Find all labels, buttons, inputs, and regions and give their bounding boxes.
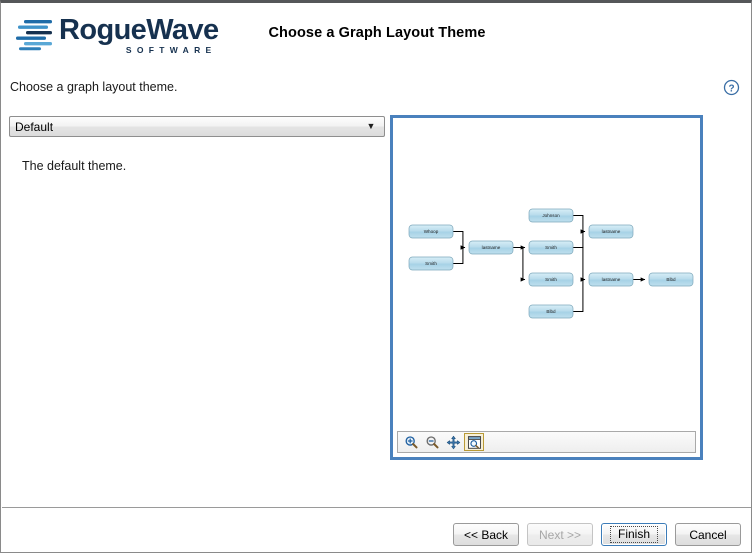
graph-diagram: Whoop Smith lastname Johnson Smith Smith Blbd l… [408,208,694,319]
graph-node[interactable]: lastname [468,240,514,255]
graph-node[interactable]: lastname [588,272,634,287]
graph-edge [573,277,586,312]
graph-node[interactable]: Whoop [408,224,454,239]
graph-node-label: Johnson [542,213,560,218]
graph-node-label: Smith [545,277,557,282]
pan-move-icon[interactable] [443,433,463,451]
graph-node[interactable]: Smith [408,256,454,271]
zoom-out-icon[interactable] [422,433,442,451]
chevron-down-icon[interactable]: ▼ [362,122,384,131]
graph-node-label: lastname [482,245,501,250]
instruction-text: Choose a graph layout theme. [10,80,178,94]
graph-node[interactable]: Blbd [528,304,574,319]
graph-node-label: Whoop [424,229,439,234]
graph-edge [573,247,586,282]
graph-toolbar [397,431,696,453]
theme-select-value: Default [15,119,54,134]
graph-node-label: Blbd [546,309,556,314]
logo-subtext: SOFTWARE [125,45,217,55]
graph-edge [513,247,526,282]
page-title: Choose a Graph Layout Theme [268,25,486,41]
finish-button[interactable]: Finish [601,523,667,546]
graph-preview-canvas[interactable]: Whoop Smith lastname Johnson Smith Smith Blbd l… [393,118,700,427]
theme-preview-panel: Whoop Smith lastname Johnson Smith Smith Blbd l… [390,115,703,460]
graph-node[interactable]: Smith [528,272,574,287]
help-question-icon[interactable]: ? [723,79,740,96]
graph-node[interactable]: lastname [588,224,634,239]
graph-node-group: Whoop Smith lastname Johnson Smith Smith Blbd l… [408,208,694,319]
graph-edge [573,229,586,248]
zoom-in-icon[interactable] [401,433,421,451]
button-label: Finish [609,526,658,543]
graph-node-label: lastname [602,277,621,282]
back-button[interactable]: << Back [453,523,519,546]
svg-text:?: ? [728,83,734,94]
graph-node-label: lastname [602,229,621,234]
graph-node-label: Smith [545,245,557,250]
graph-edge [453,245,466,264]
graph-node[interactable]: Blbd [648,272,694,287]
graph-node-label: Smith [425,261,437,266]
next-button: Next >> [527,523,593,546]
dialog-footer: << Back Next >> Finish Cancel [1,508,751,552]
graph-edge [573,215,586,234]
wizard-dialog: RogueWave SOFTWARE Choose a Graph Layout… [0,0,752,553]
dialog-header: RogueWave SOFTWARE Choose a Graph Layout… [1,3,751,66]
zoom-to-fit-icon[interactable] [464,433,484,451]
cancel-button[interactable]: Cancel [675,523,741,546]
theme-description: The default theme. [22,159,127,173]
graph-node[interactable]: Johnson [528,208,574,223]
wizard-button-bar: << Back Next >> Finish Cancel [453,523,741,546]
graph-node[interactable]: Smith [528,240,574,255]
theme-select[interactable]: Default ▼ [9,116,385,137]
graph-edge [453,231,466,250]
graph-node-label: Blbd [666,277,676,282]
